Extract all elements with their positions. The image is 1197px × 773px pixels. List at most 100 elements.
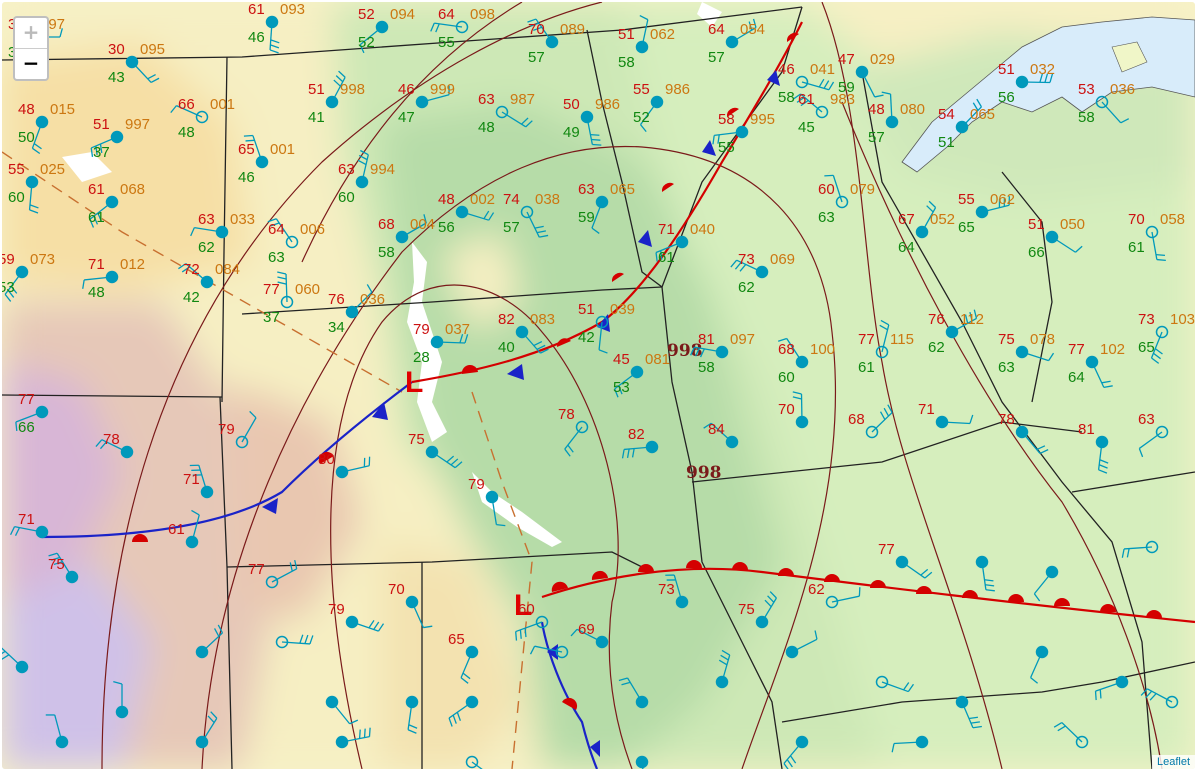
low-center-1: L [405,366,423,399]
zoom-in-button[interactable]: + [15,18,47,49]
temperature-label: 82 [498,311,515,328]
pressure-label: 995 [750,111,775,128]
station-circle [257,157,268,168]
dewpoint-label: 63 [268,249,285,266]
station-circle [327,97,338,108]
station-circle [1047,567,1058,578]
dewpoint-label: 57 [528,49,545,66]
station-circle [857,67,868,78]
temperature-label: 73 [738,251,755,268]
station-circle [517,327,528,338]
temperature-label: 77 [248,561,265,578]
station-circle [107,272,118,283]
pressure-label: 115 [890,331,914,348]
pressure-label: 029 [870,51,895,68]
zoom-out-button[interactable]: − [15,49,47,79]
station-circle [27,177,38,188]
dewpoint-label: 66 [1028,244,1045,261]
dewpoint-label: 46 [248,29,265,46]
pressure-label: 040 [690,221,715,238]
weather-map[interactable]: L L 998 998 3730615264705164464748516665… [2,2,1195,769]
pressure-label: 079 [850,181,875,198]
temperature-label: 79 [328,601,345,618]
temperature-label: 51 [93,116,110,133]
dewpoint-label: 50 [18,129,35,146]
pressure-label: 073 [30,251,55,268]
temperature-label: 76 [928,311,945,328]
dewpoint-label: 58 [378,244,395,261]
station-circle [917,227,928,238]
station-circle [977,557,988,568]
pressure-label: 006 [300,221,325,238]
dewpoint-label: 49 [563,124,580,141]
temperature-label: 79 [413,321,430,338]
temperature-label: 75 [998,331,1015,348]
station-circle [327,697,338,708]
temperature-label: 76 [328,291,345,308]
pressure-label: 036 [360,291,385,308]
temperature-label: 72 [183,261,200,278]
dewpoint-label: 66 [18,419,35,436]
temperature-label: 78 [998,411,1015,428]
dewpoint-label: 64 [898,239,915,256]
dewpoint-label: 57 [868,129,885,146]
station-circle [917,737,928,748]
dewpoint-label: 57 [708,49,725,66]
station-circle [397,232,408,243]
dewpoint-label: 53 [2,279,15,296]
station-circle [457,207,468,218]
temperature-label: 78 [558,406,575,423]
dewpoint-label: 47 [398,109,415,126]
temperature-label: 60 [518,601,535,618]
station-circle [637,697,648,708]
station-circle [582,112,593,123]
station-circle [647,442,658,453]
dewpoint-label: 58 [698,359,715,376]
temperature-label: 55 [958,191,975,208]
temperature-label: 82 [628,426,645,443]
temperature-label: 78 [103,431,120,448]
pressure-label: 015 [50,101,75,118]
station-circle [597,637,608,648]
dewpoint-label: 53 [613,379,630,396]
dewpoint-label: 58 [778,89,795,106]
temperature-label: 69 [578,621,595,638]
temperature-label: 63 [1138,411,1155,428]
temperature-label: 71 [88,256,105,273]
station-circle [947,327,958,338]
temperature-label: 79 [218,421,235,438]
dewpoint-label: 48 [178,124,195,141]
dewpoint-label: 34 [328,319,345,336]
temperature-label: 70 [388,581,405,598]
temperature-label: 63 [478,91,495,108]
dewpoint-label: 28 [413,349,430,366]
pressure-label: 081 [645,351,670,368]
station-circle [1117,677,1128,688]
temperature-label: 46 [778,61,795,78]
dewpoint-label: 61 [658,249,675,266]
station-circle [677,237,688,248]
pressure-label: 052 [930,211,955,228]
dewpoint-label: 46 [238,169,255,186]
dewpoint-label: 65 [1138,339,1155,356]
temperature-label: 45 [613,351,630,368]
temperature-label: 65 [448,631,465,648]
pressure-label: 986 [595,96,620,113]
pressure-label: 084 [215,261,240,278]
station-circle [117,707,128,718]
pressure-label: 054 [740,21,765,38]
station-circle [347,617,358,628]
pressure-label: 094 [390,6,415,23]
dewpoint-label: 52 [358,34,375,51]
leaflet-link[interactable]: Leaflet [1157,756,1190,768]
station-circle [407,697,418,708]
temperature-label: 66 [178,96,195,113]
temperature-label: 73 [1138,311,1155,328]
station-circle [202,487,213,498]
temperature-label: 71 [18,511,35,528]
pressure-label: 065 [610,181,635,198]
station-circle [727,37,738,48]
dewpoint-label: 64 [1068,369,1085,386]
dewpoint-label: 60 [778,369,795,386]
pressure-label: 986 [665,81,690,98]
